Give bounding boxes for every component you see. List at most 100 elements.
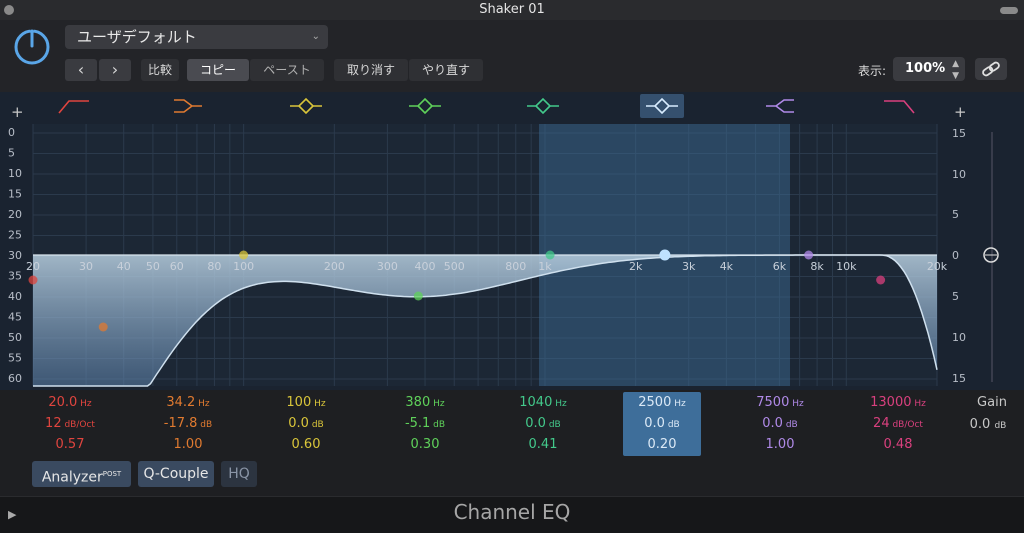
band-handle[interactable] [239,250,249,260]
band-frequency[interactable]: 13000 Hz [848,392,948,413]
band-params-5[interactable]: 1040 Hz 0.0 dB 0.41 [493,392,593,455]
band-gain-unit: dB [308,420,324,430]
band-frequency[interactable]: 100 Hz [256,392,356,413]
band-gain[interactable]: -17.8 dB [138,413,238,434]
band-handle[interactable] [659,249,671,261]
band-gain[interactable]: 0.0 dB [730,413,830,434]
gain-label: Gain [977,395,1007,410]
bell-icon[interactable] [409,97,441,115]
band-frequency-value: 2500 [638,395,672,410]
freq-label: 10k [836,260,857,273]
compare-button[interactable]: 比較 [141,59,179,81]
zoom-select[interactable]: 100% ▲ ▼ [893,57,965,81]
left-scale-label: 0 [8,126,15,139]
freq-label: 100 [233,260,254,273]
band-frequency[interactable]: 1040 Hz [493,392,593,413]
band-frequency[interactable]: 34.2 Hz [138,392,238,413]
right-scale-label: 5 [952,208,959,221]
analyzer-button[interactable]: AnalyzerPOST [32,461,131,487]
left-scale-label: 30 [8,249,22,262]
band-params-8[interactable]: 13000 Hz 24 dB/Oct 0.48 [848,392,948,455]
band-q-value: 0.20 [647,437,677,452]
freq-label: 40 [117,260,131,273]
band-frequency-value: 13000 [870,395,912,410]
band-params-1[interactable]: 20.0 Hz 12 dB/Oct 0.57 [20,392,120,455]
plus-right-icon[interactable]: + [954,103,967,121]
paste-button[interactable]: ペースト [250,59,324,81]
undo-button[interactable]: 取り消す [334,59,408,81]
band-gain-value: -5.1 [404,416,431,431]
band-params-3[interactable]: 100 Hz 0.0 dB 0.60 [256,392,356,455]
power-icon[interactable] [12,27,52,67]
band-frequency-value: 100 [286,395,312,410]
bell-icon[interactable] [640,94,684,118]
right-scale-label: 15 [952,372,966,385]
band-params-7[interactable]: 7500 Hz 0.0 dB 1.00 [730,392,830,455]
band-frequency[interactable]: 380 Hz [375,392,475,413]
freq-label: 200 [324,260,345,273]
band-params-4[interactable]: 380 Hz -5.1 dB 0.30 [375,392,475,455]
prev-preset-button[interactable]: ‹ [65,59,97,81]
bell-icon[interactable] [527,97,559,115]
bell-icon[interactable] [290,97,322,115]
gain-value[interactable]: 0.0 dB [966,414,1010,437]
next-preset-button[interactable]: › [99,59,131,81]
q-couple-button[interactable]: Q-Couple [138,461,214,487]
link-button[interactable] [975,58,1007,80]
band-gain[interactable]: 12 dB/Oct [20,413,120,434]
band-frequency-value: 7500 [756,395,790,410]
window-title: Shaker 01 [479,2,545,17]
hq-button[interactable]: HQ [221,461,257,487]
band-q[interactable]: 0.30 [375,434,475,455]
band-q[interactable]: 0.60 [256,434,356,455]
high-shelf-icon[interactable] [766,99,794,113]
window-pill-icon[interactable] [1000,7,1018,14]
band-q[interactable]: 0.41 [493,434,593,455]
copy-button[interactable]: コピー [187,59,249,81]
band-handle[interactable] [804,250,814,260]
band-q[interactable]: 0.20 [612,434,712,455]
band-handle[interactable] [876,275,886,285]
band-params-6[interactable]: 2500 Hz 0.0 dB 0.20 [612,392,712,455]
plugin-name: Channel EQ [453,500,571,524]
band-handle[interactable] [413,291,423,301]
band-gain[interactable]: 0.0 dB [256,413,356,434]
freq-label: 60 [170,260,184,273]
high-cut-icon[interactable] [884,100,915,114]
eq-graph[interactable]: 20 30 40 50 60 80 100 200 300 400 500 800 1k 2k 3k 4k 6k… [0,92,1024,390]
link-icon [982,61,1000,77]
preset-name: ユーザデフォルト [77,28,197,46]
band-gain-unit: dB/Oct [61,420,95,430]
band-gain[interactable]: 24 dB/Oct [848,413,948,434]
band-gain[interactable]: 0.0 dB [612,413,712,434]
freq-label: 400 [415,260,436,273]
band-q-value: 0.41 [528,437,558,452]
band-q[interactable]: 0.57 [20,434,120,455]
band-gain[interactable]: -5.1 dB [375,413,475,434]
low-cut-icon[interactable] [58,100,89,114]
redo-button[interactable]: やり直す [409,59,483,81]
band-frequency[interactable]: 20.0 Hz [20,392,120,413]
band-handle[interactable] [28,275,38,285]
band-q-value: 1.00 [173,437,203,452]
band-frequency[interactable]: 2500 Hz [612,392,712,413]
band-q[interactable]: 0.48 [848,434,948,455]
freq-label: 30 [79,260,93,273]
left-scale-label: 10 [8,167,22,180]
band-gain[interactable]: 0.0 dB [493,413,593,434]
band-q[interactable]: 1.00 [138,434,238,455]
band-q[interactable]: 1.00 [730,434,830,455]
band-params-2[interactable]: 34.2 Hz -17.8 dB 1.00 [138,392,238,455]
low-shelf-icon[interactable] [174,99,202,113]
left-scale-label: 45 [8,311,22,324]
band-frequency[interactable]: 7500 Hz [730,392,830,413]
freq-label: 4k [720,260,734,273]
plus-left-icon[interactable]: + [11,103,24,121]
band-handle[interactable] [545,250,555,260]
band-handle[interactable] [98,322,108,332]
freq-label: 20 [26,260,40,273]
left-scale-label: 15 [8,188,22,201]
band-frequency-unit: Hz [77,399,92,409]
preset-menu[interactable]: ユーザデフォルト ⌄ [65,25,328,49]
band-q-value: 0.30 [410,437,440,452]
